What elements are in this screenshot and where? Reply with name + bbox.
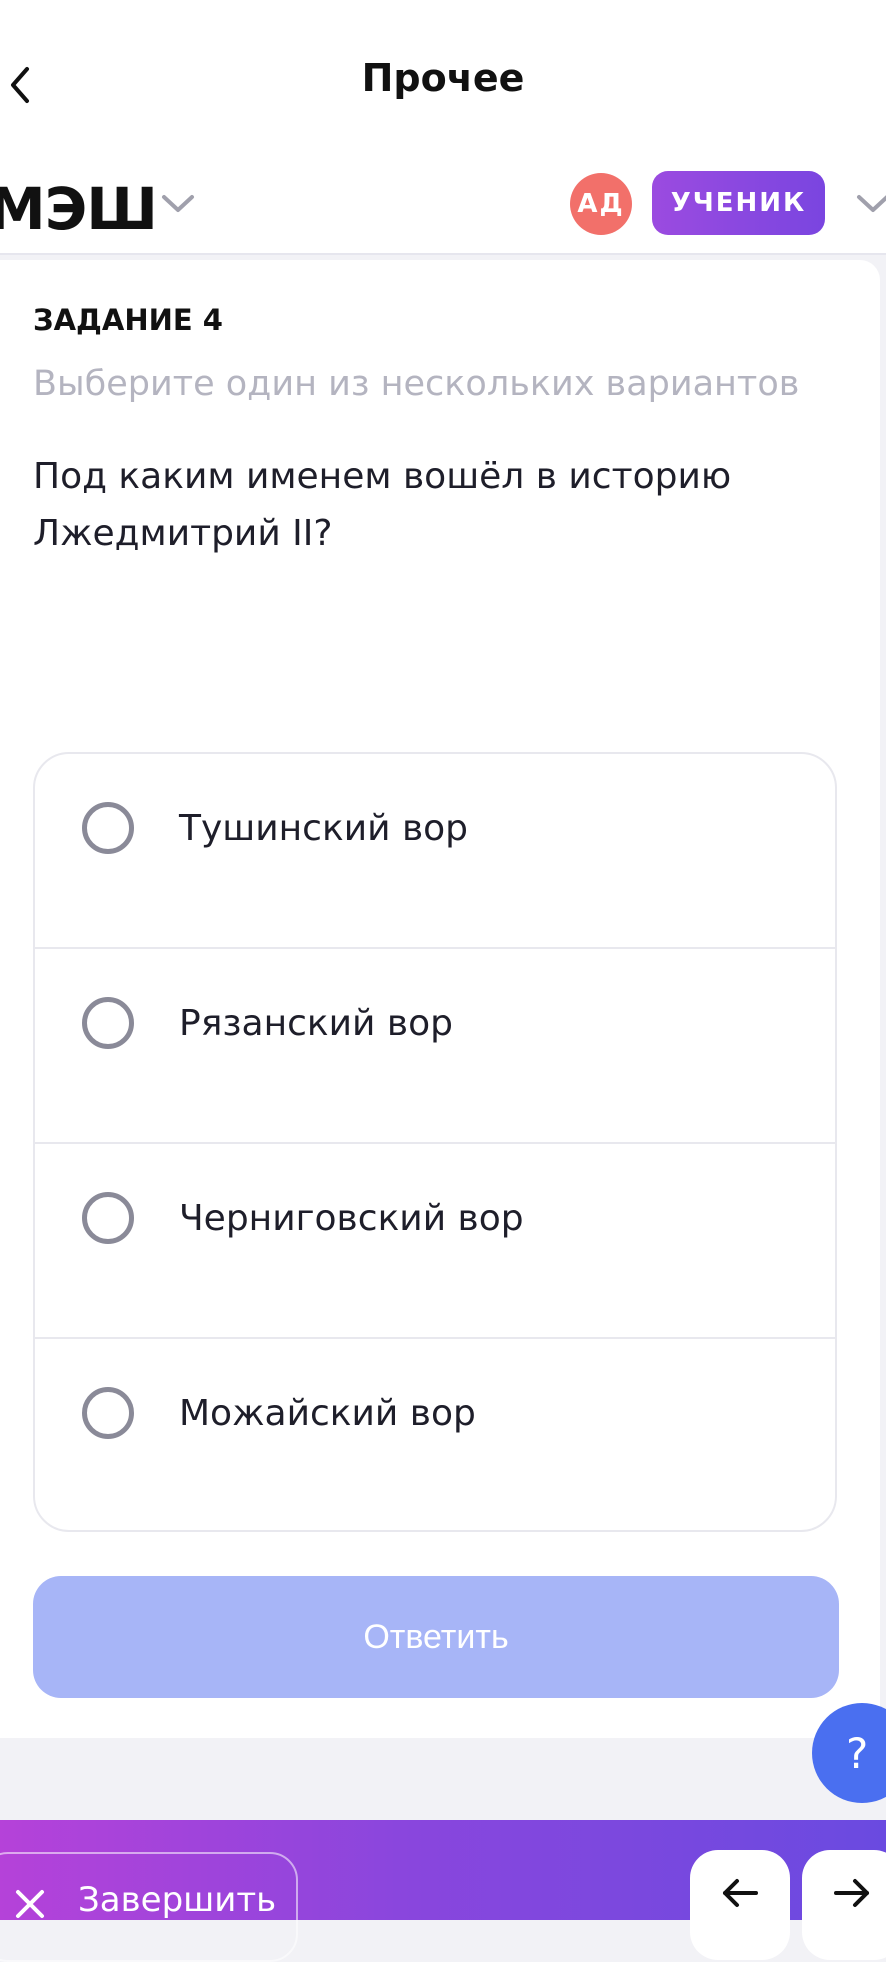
bottom-bar: Завершить (0, 1820, 886, 1962)
role-badge[interactable]: УЧЕНИК (652, 171, 825, 235)
radio-icon[interactable] (82, 997, 134, 1049)
question-text: Под каким именем вошёл в историю Лжедмит… (33, 456, 732, 554)
radio-icon[interactable] (82, 1192, 134, 1244)
task-label: ЗАДАНИЕ 4 (33, 303, 223, 337)
chevron-down-icon[interactable] (855, 193, 886, 215)
radio-icon[interactable] (82, 1387, 134, 1439)
option-label: Можайский вор (179, 1393, 476, 1434)
task-hint: Выберите один из нескольких вариантов (33, 364, 800, 404)
option-item[interactable]: Тушинский вор (35, 754, 835, 949)
option-item[interactable]: Рязанский вор (35, 949, 835, 1144)
radio-icon[interactable] (82, 802, 134, 854)
avatar[interactable]: АД (570, 173, 632, 235)
option-label: Рязанский вор (179, 1003, 453, 1044)
logo[interactable]: МЭШ (0, 175, 158, 243)
top-bar: Прочее (0, 0, 886, 165)
close-icon (16, 1890, 44, 1918)
page-title: Прочее (361, 56, 525, 100)
option-label: Черниговский вор (179, 1198, 524, 1239)
task-card: ЗАДАНИЕ 4 Выберите один из нескольких ва… (0, 260, 880, 1738)
finish-label: Завершить (78, 1880, 277, 1920)
option-item[interactable]: Черниговский вор (35, 1144, 835, 1339)
chevron-down-icon[interactable] (160, 193, 196, 215)
arrow-right-icon (834, 1879, 869, 1907)
finish-button[interactable]: Завершить (0, 1852, 298, 1962)
next-button[interactable] (802, 1850, 886, 1960)
option-item[interactable]: Можайский вор (35, 1339, 835, 1530)
options-list: Тушинский вор Рязанский вор Черниговский… (33, 752, 837, 1532)
prev-button[interactable] (690, 1850, 790, 1960)
brand-row: МЭШ АД УЧЕНИК (0, 165, 886, 255)
answer-button[interactable]: Ответить (33, 1576, 839, 1698)
arrow-left-icon (723, 1879, 758, 1907)
option-label: Тушинский вор (179, 808, 469, 849)
